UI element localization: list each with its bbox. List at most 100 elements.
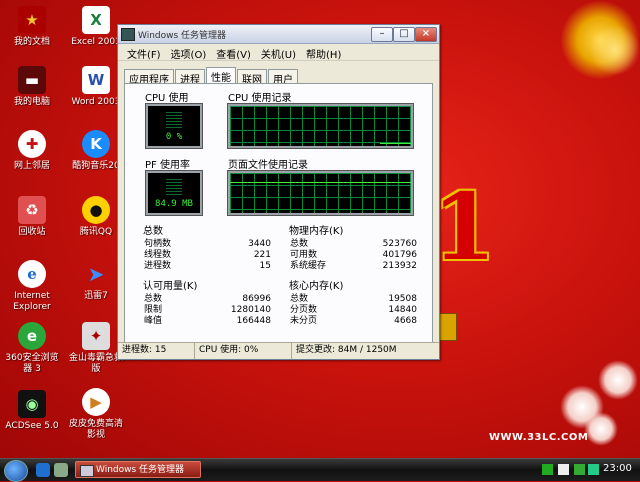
desktop-icon-my-documents[interactable]: ★ 我的文档 <box>0 6 64 48</box>
desktop-icon-label: 360安全浏览 器 3 <box>5 353 59 374</box>
stat-row: 系统缓存 213932 <box>290 261 417 271</box>
close-button[interactable]: × <box>415 27 437 42</box>
taskbar-item-label: Windows 任务管理器 <box>96 465 185 475</box>
stat-row: 分页数 14840 <box>290 305 417 315</box>
site-watermark: WWW.33LC.COM <box>489 432 589 443</box>
white-blossom-decoration-3 <box>584 412 618 446</box>
status-commit: 提交更改: 84M / 1250M <box>296 345 397 355</box>
qq-icon: ● <box>82 196 110 224</box>
taskbar: Windows 任务管理器 23:00 <box>0 458 640 482</box>
cpu-history-label: CPU 使用记录 <box>228 93 292 104</box>
desktop-icon-label: 皮皮免费高清 影视 <box>68 419 123 440</box>
gold-seal-decoration <box>439 313 457 341</box>
menu-options[interactable]: 选项(O) <box>166 44 212 61</box>
desktop-icon-acdsee[interactable]: ◉ ACDSee 5.0 <box>0 390 64 432</box>
stat-row: 句柄数 3440 <box>144 239 271 249</box>
pf-history-label: 页面文件使用记录 <box>228 160 308 171</box>
commit-charge-heading: 认可用量(K) <box>143 281 198 292</box>
cpu-meter-fill <box>166 112 182 130</box>
commit-charge-group: 认可用量(K) 总数 86996 限制 1280140 峰值 166448 <box>143 277 271 327</box>
task-manager-window[interactable]: Windows 任务管理器 – □ × 文件(F) 选项(O) 查看(V) 关机… <box>117 24 440 360</box>
stat-row: 未分页 4668 <box>290 316 417 326</box>
white-blossom-decoration-2 <box>598 360 638 400</box>
pf-usage-label: PF 使用率 <box>145 160 190 171</box>
browser-360-icon: e <box>18 322 46 350</box>
status-bar: 进程数: 15 CPU 使用: 0% 提交更改: 84M / 1250M <box>118 342 439 359</box>
desktop-icon-label: 我的文档 <box>13 37 50 47</box>
tab-strip: 应用程序 进程 性能 联网 用户 <box>124 67 299 86</box>
word-icon: W <box>82 66 110 94</box>
pf-history-trace <box>230 182 411 183</box>
stat-row: 可用数 401796 <box>290 250 417 260</box>
stat-row: 总数 86996 <box>144 294 271 304</box>
gold-blossom-decoration-2 <box>590 20 640 80</box>
ie-quicklaunch-icon[interactable] <box>36 463 50 477</box>
thunder-icon: ➤ <box>87 262 105 286</box>
desktop-icon-network[interactable]: ✚ 网上邻居 <box>0 130 64 172</box>
cpu-history-graph <box>227 103 414 149</box>
minimize-button[interactable]: – <box>371 27 393 42</box>
totals-group: 总数 句柄数 3440 线程数 221 进程数 15 <box>143 222 271 272</box>
desktop-icon-my-computer[interactable]: ▬ 我的电脑 <box>0 66 64 108</box>
my-computer-icon: ▬ <box>18 66 46 94</box>
pipi-icon: ▶ <box>82 388 110 416</box>
status-cpu: CPU 使用: 0% <box>195 343 292 359</box>
pf-meter-fill <box>166 179 182 197</box>
desktop-icon-ie[interactable]: e Internet Explorer <box>0 260 64 313</box>
task-manager-icon <box>121 28 135 41</box>
cpu-usage-meter: 0 % <box>145 103 203 149</box>
kingsoft-icon: ✦ <box>82 322 110 350</box>
stat-row: 限制 1280140 <box>144 305 271 315</box>
kernel-memory-heading: 核心内存(K) <box>289 281 344 292</box>
desktop-icon-pipi[interactable]: ▶ 皮皮免费高清 影视 <box>64 388 128 441</box>
tray-monitor-icon[interactable] <box>588 464 599 475</box>
recycle-bin-icon: ♻ <box>18 196 46 224</box>
tray-volume-icon[interactable] <box>574 464 585 475</box>
performance-panel: CPU 使用 0 % CPU 使用记录 PF 使用率 84.9 MB 页面文件使… <box>124 83 433 344</box>
my-documents-icon: ★ <box>18 6 46 34</box>
stat-row: 总数 19508 <box>290 294 417 304</box>
cpu-usage-label: CPU 使用 <box>145 93 189 104</box>
stat-row: 总数 523760 <box>290 239 417 249</box>
menu-shutdown[interactable]: 关机(U) <box>256 44 301 61</box>
desktop-icon-label: 我的电脑 <box>13 97 50 107</box>
desktop-icon-360-browser[interactable]: e 360安全浏览 器 3 <box>0 322 64 375</box>
stat-row: 线程数 221 <box>144 250 271 260</box>
desktop-quicklaunch-icon[interactable] <box>54 463 68 477</box>
ie-icon: e <box>18 260 46 288</box>
status-processes: 进程数: 15 <box>118 343 195 359</box>
desktop: 1 WWW.33LC.COM ★ 我的文档 ▬ 我的电脑 ✚ 网上邻居 ♻ 回收… <box>0 0 640 458</box>
menu-help[interactable]: 帮助(H) <box>301 44 346 61</box>
pf-usage-value: 84.9 MB <box>155 199 193 209</box>
menu-bar: 文件(F) 选项(O) 查看(V) 关机(U) 帮助(H) <box>118 44 439 61</box>
desktop-icon-label: 网上邻居 <box>13 161 50 171</box>
desktop-icon-label: ACDSee 5.0 <box>5 421 59 431</box>
acdsee-icon: ◉ <box>18 390 46 418</box>
tray-security-icon[interactable] <box>542 464 553 475</box>
task-manager-icon <box>80 465 94 477</box>
desktop-icon-label: Internet Explorer <box>13 291 51 312</box>
taskbar-item-task-manager[interactable]: Windows 任务管理器 <box>75 461 201 478</box>
pf-history-graph <box>227 170 414 216</box>
desktop-icon-recycle-bin[interactable]: ♻ 回收站 <box>0 196 64 238</box>
stat-row: 进程数 15 <box>144 261 271 271</box>
excel-icon: X <box>82 6 110 34</box>
stat-row: 峰值 166448 <box>144 316 271 326</box>
kugou-icon: K <box>82 130 110 158</box>
physical-memory-group: 物理内存(K) 总数 523760 可用数 401796 系统缓存 213932 <box>289 222 417 272</box>
maximize-button[interactable]: □ <box>393 27 415 42</box>
window-title: Windows 任务管理器 <box>138 31 227 41</box>
cpu-history-trace <box>380 143 411 144</box>
desktop-icon-label: 回收站 <box>18 227 46 237</box>
cpu-usage-value: 0 % <box>165 132 183 142</box>
physical-memory-heading: 物理内存(K) <box>289 226 344 237</box>
menu-file[interactable]: 文件(F) <box>122 44 166 61</box>
tray-network-icon[interactable] <box>558 464 569 475</box>
clock[interactable]: 23:00 <box>603 463 632 474</box>
start-button[interactable] <box>4 460 28 482</box>
title-bar[interactable]: Windows 任务管理器 – □ × <box>118 25 439 44</box>
kernel-memory-group: 核心内存(K) 总数 19508 分页数 14840 未分页 4668 <box>289 277 417 327</box>
menu-view[interactable]: 查看(V) <box>211 44 256 61</box>
pf-usage-meter: 84.9 MB <box>145 170 203 216</box>
network-icon: ✚ <box>18 130 46 158</box>
